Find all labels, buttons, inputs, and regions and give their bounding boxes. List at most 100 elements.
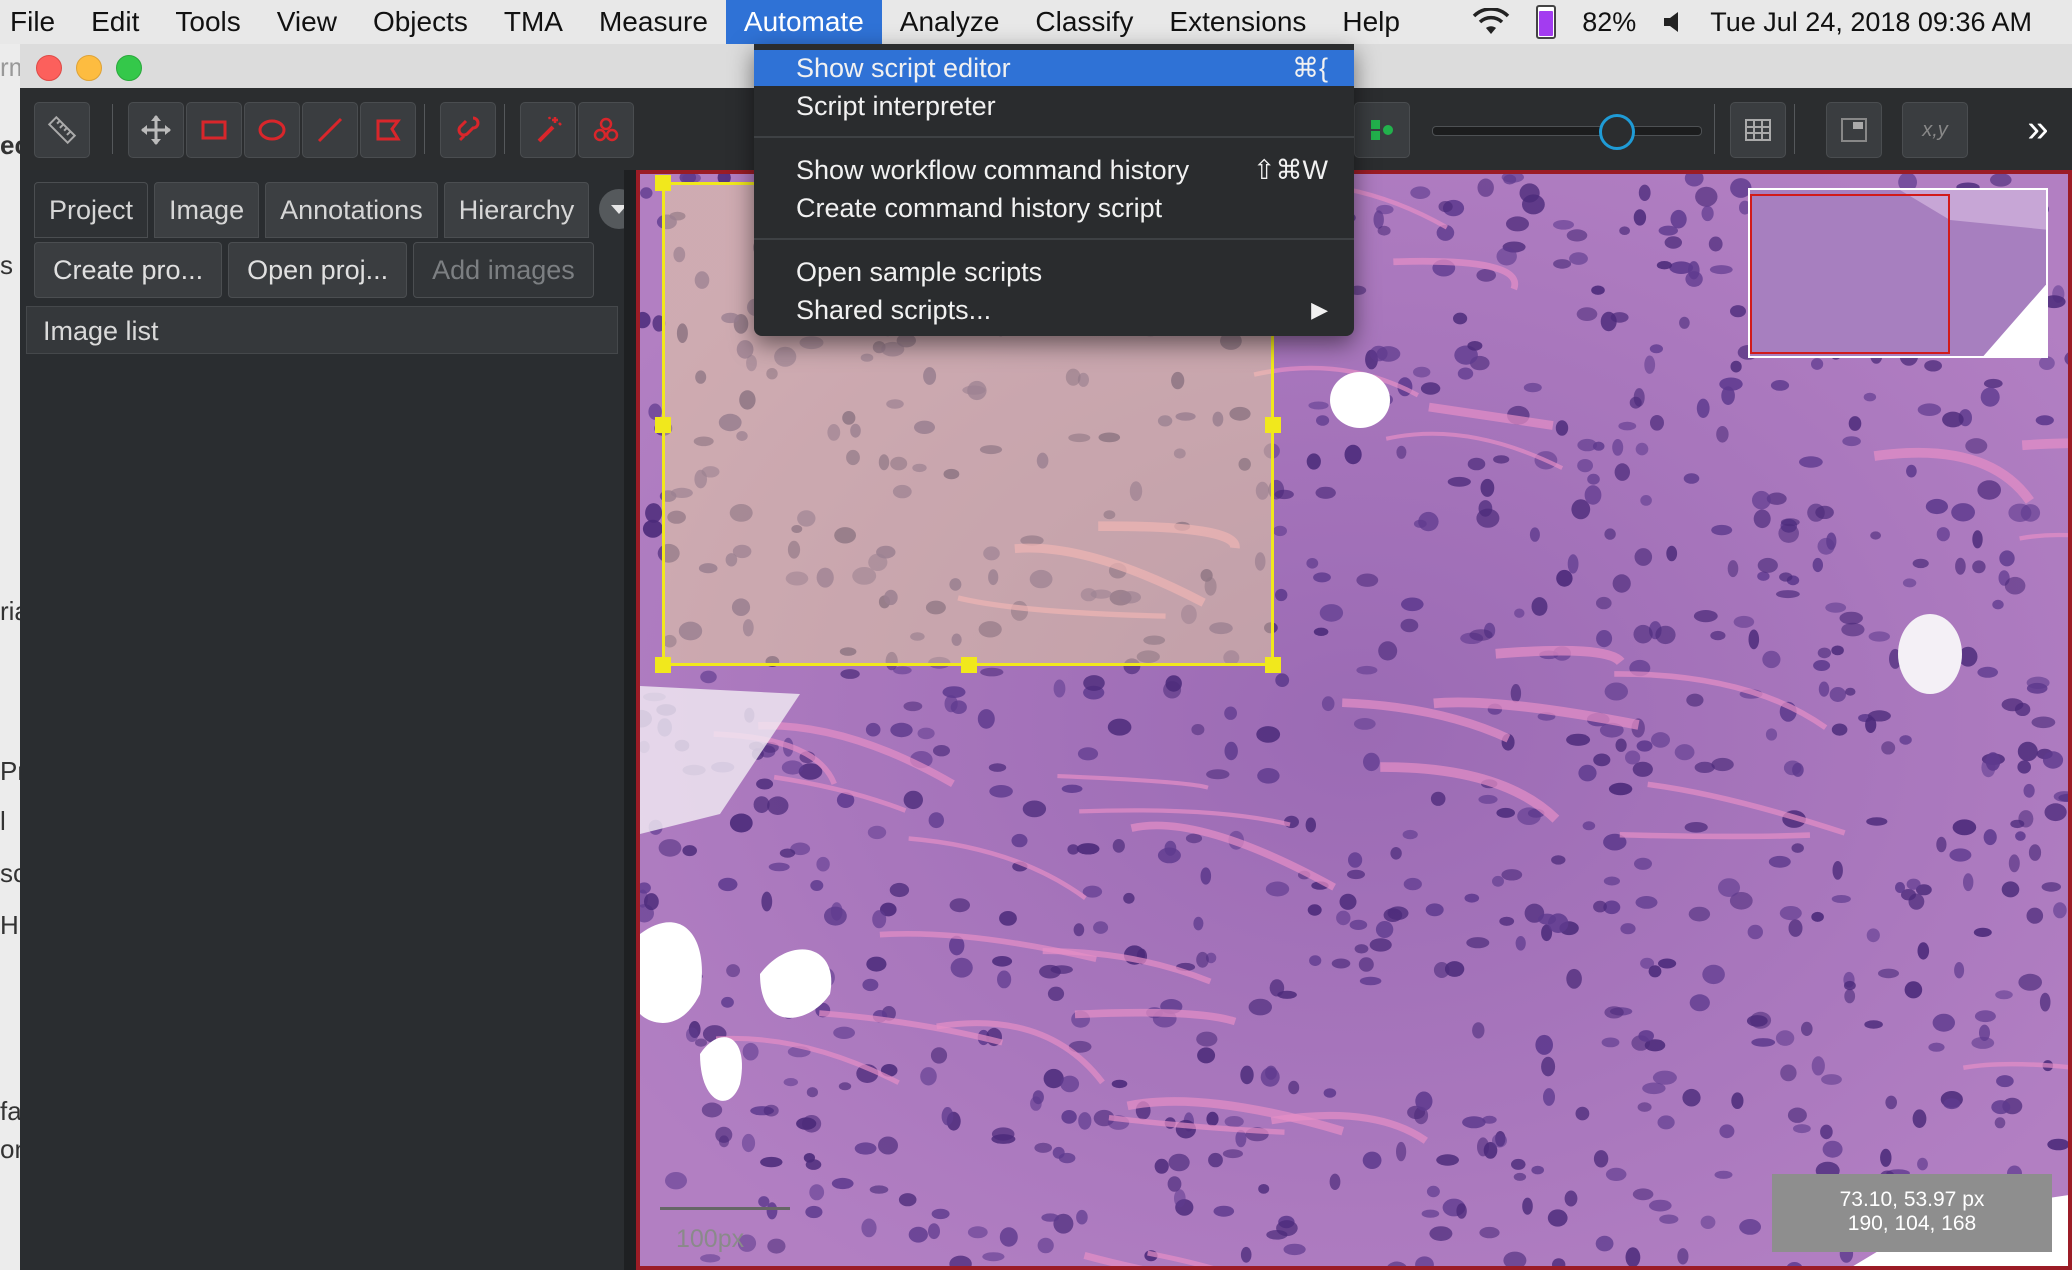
cell-nucleus	[999, 911, 1017, 926]
cell-nucleus	[2026, 676, 2050, 689]
cell-nucleus	[658, 839, 682, 857]
menu-item-shortcut: ⌘{	[1291, 53, 1328, 83]
cell-nucleus	[890, 722, 913, 738]
menu-extensions[interactable]: Extensions	[1151, 0, 1324, 44]
cell-nucleus	[1904, 981, 1923, 999]
roi-handle[interactable]	[1265, 657, 1281, 673]
ruler-tool-button[interactable]	[34, 102, 90, 158]
zoom-window-button[interactable]	[116, 55, 142, 81]
cell-nucleus	[1319, 604, 1344, 622]
more-tools-button[interactable]: »	[2018, 106, 2058, 152]
tab-hierarchy[interactable]: Hierarchy	[443, 182, 590, 238]
menu-objects[interactable]: Objects	[355, 0, 486, 44]
cell-nucleus	[729, 813, 753, 833]
image-list[interactable]	[26, 356, 618, 1256]
cell-nucleus	[1664, 236, 1683, 249]
menu-view[interactable]: View	[259, 0, 355, 44]
cell-nucleus	[1222, 1149, 1243, 1159]
speaker-icon[interactable]	[1662, 10, 1684, 34]
ellipse-icon	[258, 119, 286, 141]
background-window[interactable]: rm ec s ria Pro l sc H fau on	[0, 44, 20, 1270]
tab-annotations[interactable]: Annotations	[265, 182, 438, 238]
cell-nucleus	[1686, 693, 1704, 707]
cell-nucleus	[1721, 386, 1735, 405]
minimize-window-button[interactable]	[76, 55, 102, 81]
cell-nucleus	[1256, 726, 1281, 743]
move-tool-button[interactable]	[128, 102, 184, 158]
pane-splitter[interactable]	[624, 170, 636, 1270]
grid-toggle-button[interactable]	[1730, 102, 1786, 158]
overview-toggle-button[interactable]	[1826, 102, 1882, 158]
open-project-button[interactable]: Open proj...	[228, 242, 408, 298]
roi-handle[interactable]	[1265, 417, 1281, 433]
roi-handle[interactable]	[655, 175, 671, 191]
cell-nucleus	[1523, 382, 1542, 393]
cell-nucleus	[1632, 1188, 1654, 1201]
cell-nucleus	[742, 1042, 759, 1061]
line-tool-button[interactable]	[302, 102, 358, 158]
cell-nucleus	[1965, 438, 1988, 454]
cell-nucleus	[1571, 499, 1591, 520]
wifi-icon[interactable]	[1472, 8, 1510, 36]
create-project-button[interactable]: Create pro...	[34, 242, 223, 298]
menu-item-create-history-script[interactable]: Create command history script	[754, 190, 1354, 226]
menu-classify[interactable]: Classify	[1017, 0, 1151, 44]
menu-item-script-interpreter[interactable]: Script interpreter	[754, 88, 1354, 124]
cell-nucleus	[1157, 847, 1181, 864]
cell-nucleus	[1462, 1116, 1486, 1129]
polygon-tool-button[interactable]	[360, 102, 416, 158]
menu-item-shared-scripts[interactable]: Shared scripts... ▶	[754, 292, 1354, 328]
opacity-slider-knob[interactable]	[1598, 114, 1635, 150]
cell-nucleus	[1503, 174, 1517, 185]
tab-project[interactable]: Project	[34, 182, 149, 238]
battery-icon[interactable]	[1536, 5, 1557, 39]
menu-automate[interactable]: Automate	[725, 0, 882, 44]
close-window-button[interactable]	[36, 55, 62, 81]
classify-tool-button[interactable]	[1354, 102, 1410, 158]
cell-nucleus	[1413, 366, 1431, 378]
cell-nucleus	[1977, 666, 1998, 678]
bg-text: ec	[0, 130, 20, 160]
cell-nucleus	[991, 1127, 1015, 1141]
ellipse-tool-button[interactable]	[244, 102, 300, 158]
menu-tools[interactable]: Tools	[157, 0, 258, 44]
cell-nucleus	[1980, 387, 2000, 407]
menu-analyze[interactable]: Analyze	[882, 0, 1018, 44]
add-images-button[interactable]: Add images	[413, 242, 594, 298]
clock[interactable]: Tue Jul 24, 2018 09:36 AM	[1710, 7, 2032, 38]
rectangle-tool-button[interactable]	[186, 102, 242, 158]
menu-file[interactable]: File	[0, 0, 73, 44]
roi-handle[interactable]	[961, 657, 977, 673]
menu-separator	[754, 238, 1354, 240]
cell-nucleus	[1991, 1100, 2011, 1115]
points-tool-button[interactable]	[578, 102, 634, 158]
wand-tool-button[interactable]	[520, 102, 576, 158]
cell-nucleus	[1478, 794, 1498, 804]
coordinates-toggle-button[interactable]: x,y	[1902, 102, 1968, 158]
overview-viewport[interactable]	[1750, 194, 1950, 354]
cell-nucleus	[1811, 911, 1824, 922]
tab-image[interactable]: Image	[154, 182, 260, 238]
opacity-slider[interactable]	[1432, 114, 1702, 150]
menu-measure[interactable]: Measure	[581, 0, 726, 44]
menu-edit[interactable]: Edit	[73, 0, 157, 44]
cell-nucleus	[999, 1227, 1018, 1247]
cell-nucleus	[869, 1185, 889, 1194]
overview-thumbnail[interactable]	[1748, 188, 2048, 358]
menu-item-open-sample-scripts[interactable]: Open sample scripts	[754, 254, 1354, 290]
menu-item-show-script-editor[interactable]: Show script editor ⌘{	[754, 50, 1354, 86]
cell-nucleus	[1208, 1152, 1223, 1168]
menu-item-workflow-history[interactable]: Show workflow command history ⇧⌘W	[754, 152, 1354, 188]
cell-nucleus	[1612, 439, 1624, 456]
cell-nucleus	[1689, 994, 1710, 1012]
cell-nucleus	[1972, 530, 1983, 549]
cell-nucleus	[1472, 1022, 1485, 1039]
cell-nucleus	[1844, 980, 1856, 991]
cell-nucleus	[1791, 843, 1804, 853]
roi-handle[interactable]	[655, 657, 671, 673]
roi-handle[interactable]	[655, 417, 671, 433]
brush-tool-button[interactable]	[440, 102, 496, 158]
cell-nucleus	[1864, 1020, 1883, 1029]
menu-help[interactable]: Help	[1324, 0, 1418, 44]
menu-tma[interactable]: TMA	[486, 0, 581, 44]
